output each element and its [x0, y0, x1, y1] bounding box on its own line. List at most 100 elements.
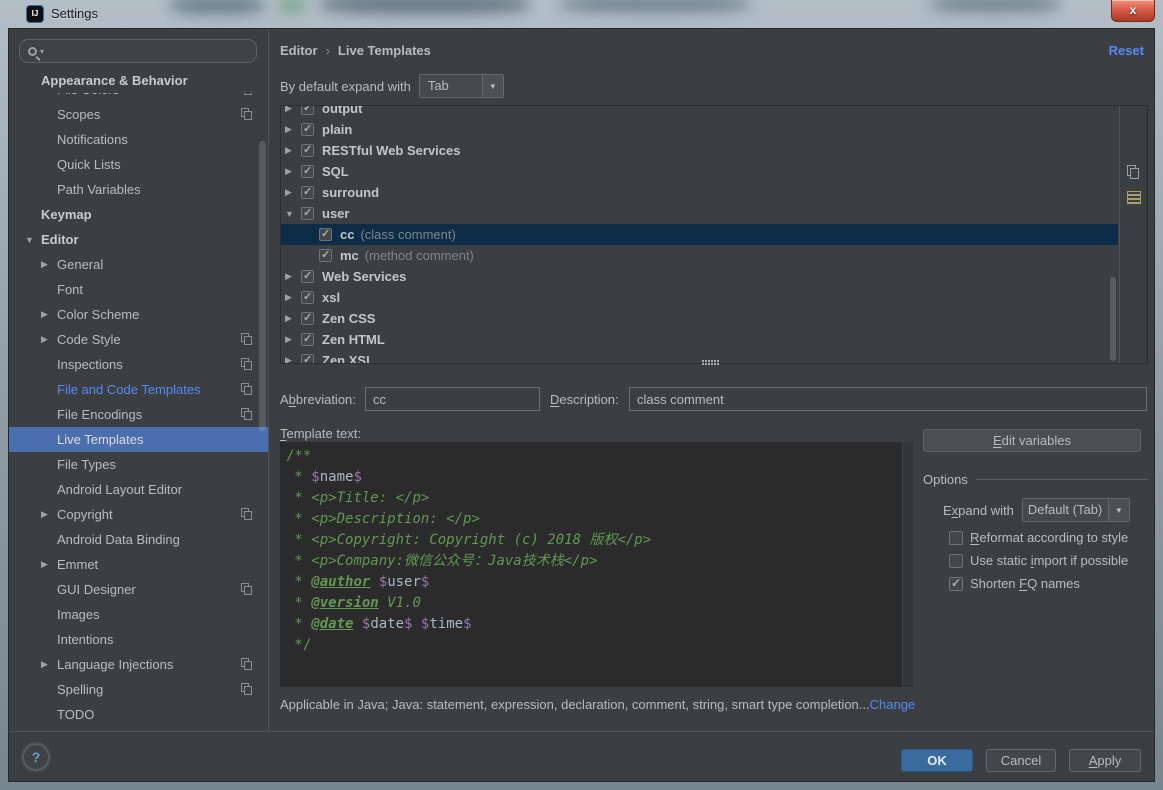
sidebar-item-file-and-code-templates[interactable]: File and Code Templates: [9, 377, 268, 402]
chevron-right-icon[interactable]: ▶: [285, 313, 301, 324]
template-row-user[interactable]: ▼user: [281, 203, 1118, 224]
template-row-output[interactable]: ▶output: [281, 106, 1118, 119]
template-checkbox[interactable]: [301, 165, 314, 178]
template-checkbox[interactable]: [301, 270, 314, 283]
template-row-zen-css[interactable]: ▶Zen CSS: [281, 308, 1118, 329]
checkbox-icon[interactable]: [949, 531, 963, 545]
splitter-grip[interactable]: [702, 360, 719, 365]
search-input[interactable]: ▾: [19, 39, 257, 63]
template-checkbox[interactable]: [301, 333, 314, 346]
sidebar-item-android-layout-editor[interactable]: Android Layout Editor: [9, 477, 268, 502]
chevron-down-icon[interactable]: ▼: [1108, 499, 1129, 521]
templates-tree-scrollbar[interactable]: [1110, 277, 1116, 361]
chevron-right-icon[interactable]: ▶: [285, 187, 301, 198]
sidebar-item-live-templates[interactable]: Live Templates: [9, 427, 268, 452]
reset-link[interactable]: Reset: [1109, 43, 1144, 58]
option-checkbox-shorten-fq-names[interactable]: Shorten FQ names: [949, 576, 1148, 591]
chevron-right-icon[interactable]: ▶: [285, 166, 301, 177]
sidebar-item-appearance-behavior[interactable]: Appearance & Behavior: [9, 68, 268, 93]
template-text-editor[interactable]: /** * $name$ * <p>Title: </p> * <p>Descr…: [280, 442, 913, 687]
template-row-zen-html[interactable]: ▶Zen HTML: [281, 329, 1118, 350]
sidebar-item-inspections[interactable]: Inspections: [9, 352, 268, 377]
cancel-button[interactable]: Cancel: [986, 749, 1056, 772]
template-checkbox[interactable]: [301, 291, 314, 304]
sidebar-item-font[interactable]: Font: [9, 277, 268, 302]
chevron-right-icon[interactable]: ▶: [285, 124, 301, 135]
chevron-right-icon[interactable]: ▶: [285, 292, 301, 303]
chevron-right-icon[interactable]: ▶: [285, 106, 301, 114]
template-checkbox[interactable]: [301, 123, 314, 136]
sidebar-item-code-style[interactable]: ▶Code Style: [9, 327, 268, 352]
chevron-down-icon[interactable]: ▼: [285, 209, 301, 219]
template-row-xsl[interactable]: ▶xsl: [281, 287, 1118, 308]
change-link[interactable]: Change: [870, 697, 916, 712]
apply-button[interactable]: Apply: [1069, 749, 1141, 772]
chevron-right-icon[interactable]: ▶: [41, 659, 57, 670]
chevron-right-icon[interactable]: ▶: [41, 259, 57, 270]
sidebar-item-language-injections[interactable]: ▶Language Injections: [9, 652, 268, 677]
sidebar-item-copyright[interactable]: ▶Copyright: [9, 502, 268, 527]
sidebar-item-file-encodings[interactable]: File Encodings: [9, 402, 268, 427]
sidebar-item-keymap[interactable]: Keymap: [9, 202, 268, 227]
sidebar-item-gui-designer[interactable]: GUI Designer: [9, 577, 268, 602]
breadcrumb-editor[interactable]: Editor: [280, 43, 318, 58]
expand-with-select[interactable]: Default (Tab) ▼: [1022, 498, 1130, 522]
chevron-right-icon[interactable]: ▶: [41, 509, 57, 520]
template-checkbox[interactable]: [301, 144, 314, 157]
sidebar-item-quick-lists[interactable]: Quick Lists: [9, 152, 268, 177]
sidebar-scrollbar[interactable]: [259, 141, 266, 431]
sidebar-item-android-data-binding[interactable]: Android Data Binding: [9, 527, 268, 552]
option-checkbox-reformat-according-to-style[interactable]: Reformat according to style: [949, 530, 1148, 545]
chevron-down-icon[interactable]: ▼: [482, 75, 503, 97]
editor-scrollbar[interactable]: [902, 442, 913, 687]
template-row-plain[interactable]: ▶plain: [281, 119, 1118, 140]
chevron-right-icon[interactable]: ▶: [285, 145, 301, 156]
remove-template-icon[interactable]: [1125, 139, 1142, 156]
sidebar-item-scopes[interactable]: Scopes: [9, 102, 268, 127]
checkbox-icon[interactable]: [949, 577, 963, 591]
sidebar-item-notifications[interactable]: Notifications: [9, 127, 268, 152]
description-field[interactable]: [629, 387, 1147, 411]
checkbox-icon[interactable]: [949, 554, 963, 568]
template-row-sql[interactable]: ▶SQL: [281, 161, 1118, 182]
breadcrumb-live-templates[interactable]: Live Templates: [338, 43, 431, 58]
chevron-right-icon[interactable]: ▶: [285, 334, 301, 345]
template-checkbox[interactable]: [319, 249, 332, 262]
add-template-icon[interactable]: [1125, 114, 1142, 131]
template-checkbox[interactable]: [301, 106, 314, 115]
sidebar-item-color-scheme[interactable]: ▶Color Scheme: [9, 302, 268, 327]
sidebar-item-spelling[interactable]: Spelling: [9, 677, 268, 702]
template-row-mc[interactable]: mc(method comment): [281, 245, 1118, 266]
chevron-right-icon[interactable]: ▶: [285, 355, 301, 363]
template-checkbox[interactable]: [301, 186, 314, 199]
template-row-web-services[interactable]: ▶Web Services: [281, 266, 1118, 287]
close-icon[interactable]: x: [1111, 0, 1155, 22]
template-checkbox[interactable]: [301, 207, 314, 220]
sidebar-item-todo[interactable]: TODO: [9, 702, 268, 727]
sidebar-item-general[interactable]: ▶General: [9, 252, 268, 277]
sidebar-item-intentions[interactable]: Intentions: [9, 627, 268, 652]
chevron-down-icon[interactable]: ▼: [25, 235, 41, 245]
sidebar-item-path-variables[interactable]: Path Variables: [9, 177, 268, 202]
search-options-caret-icon[interactable]: ▾: [40, 47, 44, 56]
sidebar-item-file-types[interactable]: File Types: [9, 452, 268, 477]
title-bar[interactable]: IJ Settings x: [0, 0, 1163, 28]
chevron-right-icon[interactable]: ▶: [41, 559, 57, 570]
chevron-right-icon[interactable]: ▶: [41, 334, 57, 345]
ok-button[interactable]: OK: [901, 749, 973, 772]
template-checkbox[interactable]: [301, 312, 314, 325]
template-checkbox[interactable]: [301, 354, 314, 363]
edit-variables-button[interactable]: Edit variables: [923, 429, 1141, 452]
show-description-icon[interactable]: [1125, 189, 1142, 206]
sidebar-item-emmet[interactable]: ▶Emmet: [9, 552, 268, 577]
help-icon[interactable]: ?: [23, 744, 49, 770]
abbreviation-field[interactable]: [365, 387, 540, 411]
template-checkbox[interactable]: [319, 228, 332, 241]
template-row-restful-web-services[interactable]: ▶RESTful Web Services: [281, 140, 1118, 161]
sidebar-item-editor[interactable]: ▼Editor: [9, 227, 268, 252]
sidebar-item-images[interactable]: Images: [9, 602, 268, 627]
chevron-right-icon[interactable]: ▶: [285, 271, 301, 282]
template-row-surround[interactable]: ▶surround: [281, 182, 1118, 203]
option-checkbox-use-static-import-if-possible[interactable]: Use static import if possible: [949, 553, 1148, 568]
chevron-right-icon[interactable]: ▶: [41, 309, 57, 320]
